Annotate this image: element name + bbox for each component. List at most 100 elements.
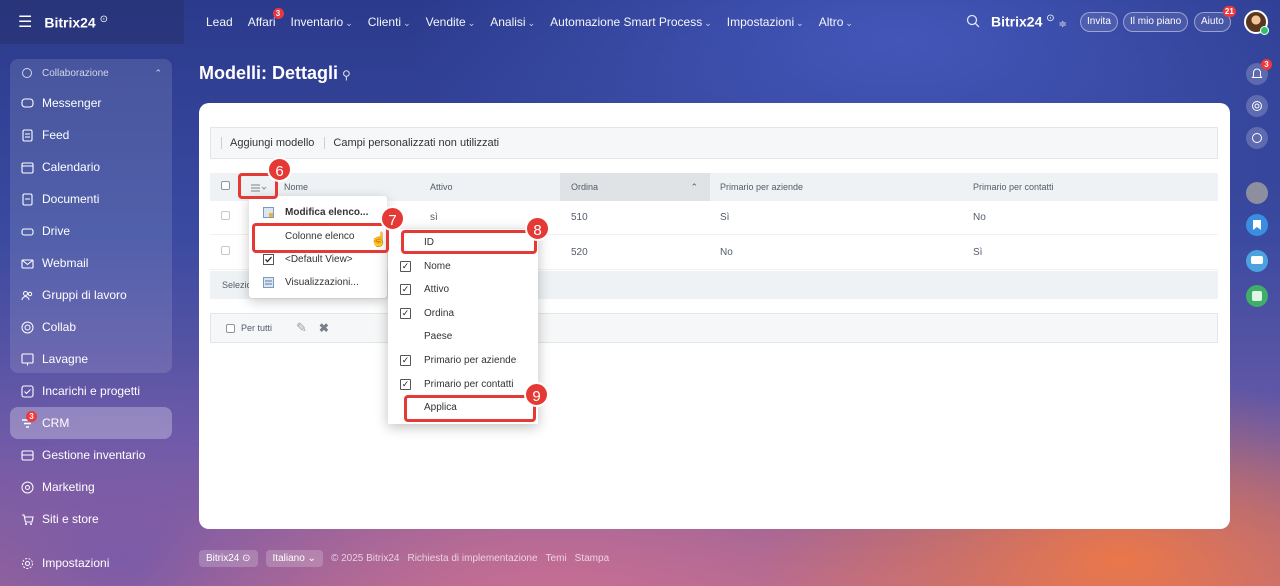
add-model-button[interactable]: Aggiungi modello [221, 137, 324, 149]
chevron-down-icon: ⌄ [403, 18, 411, 28]
sidebar-item-collab[interactable]: Collab [10, 311, 172, 343]
nav-lead[interactable]: Lead [206, 15, 233, 29]
chevron-down-icon: ⌄ [345, 18, 353, 28]
chat-icon[interactable] [1246, 127, 1268, 149]
group-chat-icon[interactable] [1246, 285, 1268, 307]
column-header-primario-contatti[interactable]: Primario per contatti [973, 173, 1054, 201]
sidebar-item-calendario[interactable]: Calendario [10, 151, 172, 183]
column-option-paese[interactable]: Paese [388, 325, 538, 349]
contact-avatar-icon[interactable] [1246, 182, 1268, 204]
page-title: Modelli: Dettagli ⚲ [199, 63, 351, 83]
menu-item-modifica-elenco[interactable]: Modifica elenco... [249, 201, 387, 225]
sidebar-item-feed[interactable]: Feed [10, 119, 172, 151]
bell-icon[interactable]: 3 [1246, 59, 1272, 85]
menu-item-visualizzazioni[interactable]: Visualizzazioni... [249, 271, 387, 295]
footer-brand[interactable]: Bitrix24 ⊙ [199, 549, 258, 567]
checkbox-checked-icon[interactable]: ✓ [400, 308, 411, 319]
nav-badge: 3 [272, 8, 284, 19]
sidebar-item-inventario[interactable]: Gestione inventario [10, 439, 172, 471]
documents-icon [20, 192, 34, 206]
invite-button[interactable]: Invita [1080, 12, 1118, 32]
column-option-attivo[interactable]: ✓ Attivo [388, 278, 538, 302]
column-option-ordina[interactable]: ✓ Ordina [388, 302, 538, 326]
sidebar-item-drive[interactable]: Drive [10, 215, 172, 247]
sidebar-item-siti[interactable]: Siti e store [10, 503, 172, 535]
column-option-primario-aziende[interactable]: ✓ Primario per aziende [388, 349, 538, 373]
edit-icon[interactable]: ✎ [296, 320, 307, 336]
main-card: Aggiungi modello Campi personalizzati no… [199, 103, 1230, 529]
boards-icon [20, 352, 34, 366]
avatar[interactable] [1244, 10, 1269, 35]
step-number-9: 9 [524, 382, 549, 407]
groups-icon [20, 288, 34, 302]
themes-link[interactable]: Temi [546, 553, 567, 564]
highlight-id-option [401, 230, 537, 254]
copilot-icon[interactable] [1246, 95, 1268, 117]
message-icon[interactable] [1246, 250, 1268, 272]
sidebar-item-messenger[interactable]: Messenger [10, 87, 172, 119]
sidebar-item-gruppi[interactable]: Gruppi di lavoro [10, 279, 172, 311]
bitrix-logo[interactable]: Bitrix24 ⊙ ≑ [991, 13, 1067, 30]
sidebar-item-impostazioni[interactable]: Impostazioni [10, 547, 172, 579]
for-all-checkbox[interactable] [226, 323, 235, 333]
help-button[interactable]: Aiuto 21 [1194, 6, 1236, 32]
feed-icon [20, 128, 34, 142]
print-link[interactable]: Stampa [575, 553, 609, 564]
sidebar-item-incarichi[interactable]: Incarichi e progetti [10, 375, 172, 407]
nav-clienti[interactable]: Clienti ⌄ [368, 15, 411, 29]
row-checkbox[interactable] [221, 236, 230, 270]
sidebar-group-header[interactable]: Collaborazione ⌃ [10, 63, 172, 83]
top-bar: ☰ Bitrix24 ⊙ Lead Affari 3 Inventario ⌄ Cl… [0, 0, 1280, 44]
help-badge: 21 [1222, 6, 1236, 17]
chevron-down-icon: ⌄ [845, 18, 853, 28]
my-plan-button[interactable]: Il mio piano [1123, 12, 1189, 32]
mail-icon [20, 256, 34, 270]
checkbox-checked-icon[interactable]: ✓ [400, 379, 411, 390]
checkbox-checked-icon[interactable]: ✓ [400, 355, 411, 366]
copyright-text: © 2025 Bitrix24 [330, 552, 400, 564]
cell-primario-contatti: Sì [973, 247, 983, 258]
select-all-checkbox[interactable] [221, 173, 230, 201]
nav-affari[interactable]: Affari 3 [248, 8, 284, 29]
nav-automazione[interactable]: Automazione Smart Process ⌄ [550, 15, 712, 29]
column-option-primario-contatti[interactable]: ✓ Primario per contatti [388, 373, 538, 397]
row-checkbox[interactable] [221, 201, 230, 235]
sidebar-settings[interactable]: Impostazioni [10, 547, 172, 579]
nav-impostazioni[interactable]: Impostazioni ⌄ [727, 15, 804, 29]
column-header-attivo[interactable]: Attivo [430, 173, 453, 201]
bookmark-icon[interactable] [1246, 214, 1268, 236]
chevron-up-icon[interactable]: ⌃ [154, 68, 162, 79]
sidebar-item-webmail[interactable]: Webmail [10, 247, 172, 279]
search-icon[interactable] [966, 14, 980, 28]
drive-icon [20, 224, 34, 238]
sidebar-group-collaboration: Collaborazione ⌃ Messenger Feed Calendar… [10, 59, 172, 373]
delete-icon[interactable]: ✖ [319, 321, 329, 335]
messenger-icon [20, 96, 34, 110]
checkbox-checked-icon[interactable]: ✓ [400, 261, 411, 272]
cell-ordina: 510 [571, 212, 588, 223]
column-option-nome[interactable]: ✓ Nome [388, 255, 538, 279]
nav-inventario[interactable]: Inventario ⌄ [291, 15, 353, 29]
for-all-label[interactable]: Per tutti [241, 323, 272, 333]
step-number-7: 7 [380, 206, 405, 231]
menu-icon[interactable]: ☰ [18, 12, 32, 32]
app-logo[interactable]: Bitrix24 ⊙ [44, 14, 108, 31]
sidebar-item-crm[interactable]: 3 CRM [10, 407, 172, 439]
implementation-link[interactable]: Richiesta di implementazione [407, 553, 537, 564]
column-header-ordina[interactable]: Ordina ⌃ [560, 173, 710, 201]
nav-altro[interactable]: Altro ⌄ [819, 15, 853, 29]
column-header-primario-aziende[interactable]: Primario per aziende [720, 173, 803, 201]
unused-fields-button[interactable]: Campi personalizzati non utilizzati [324, 137, 509, 149]
nav-vendite[interactable]: Vendite ⌄ [426, 15, 476, 29]
language-select[interactable]: Italiano ⌄ [265, 549, 323, 567]
chevron-down-icon: ⌄ [704, 18, 712, 28]
pin-icon[interactable]: ⚲ [342, 68, 351, 82]
chevron-down-icon: ⌄ [796, 18, 804, 28]
sidebar-item-marketing[interactable]: Marketing [10, 471, 172, 503]
sidebar-item-lavagne[interactable]: Lavagne [10, 343, 172, 375]
checkbox-checked-icon[interactable]: ✓ [400, 284, 411, 295]
sidebar-item-documenti[interactable]: Documenti [10, 183, 172, 215]
sidebar: Collaborazione ⌃ Messenger Feed Calendar… [10, 59, 172, 535]
marketing-icon [20, 480, 34, 494]
nav-analisi[interactable]: Analisi ⌄ [490, 15, 535, 29]
